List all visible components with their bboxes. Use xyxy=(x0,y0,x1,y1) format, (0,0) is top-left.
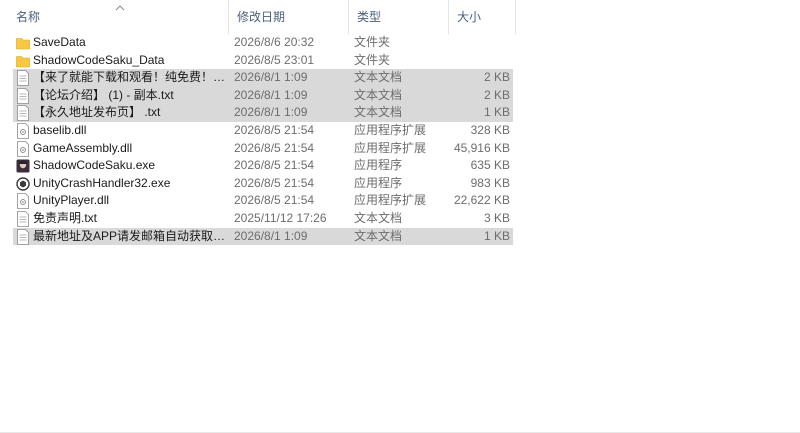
file-name: 【永久地址发布页】 .txt xyxy=(33,105,161,120)
dll-file-icon xyxy=(16,140,30,157)
column-header-bar: 名称 修改日期 类型 大小 xyxy=(0,0,800,34)
game-exe-icon xyxy=(16,158,30,174)
file-name: UnityPlayer.dll xyxy=(33,193,110,208)
file-type: 文本文档 xyxy=(354,210,403,225)
file-type: 应用程序 xyxy=(354,158,403,173)
column-header-size[interactable]: 大小 xyxy=(449,0,516,34)
file-type: 应用程序扩展 xyxy=(354,122,427,137)
file-name: 免责声明.txt xyxy=(33,210,98,225)
file-size: 2 KB xyxy=(483,87,510,102)
file-row[interactable]: 【来了就能下载和观看！纯免费！】 - 副... 2026/8/1 1:09 文本文档… xyxy=(13,69,513,87)
file-type: 文件夹 xyxy=(354,52,391,67)
file-row[interactable]: SaveData 2026/8/6 20:32 文件夹 xyxy=(13,34,513,52)
file-type: 文本文档 xyxy=(354,105,403,120)
file-row[interactable]: 【永久地址发布页】 .txt 2026/8/1 1:09 文本文档 1 KB xyxy=(13,104,513,122)
file-name: baselib.dll xyxy=(33,122,87,137)
file-name: 【来了就能下载和观看！纯免费！】 - 副... xyxy=(33,70,228,85)
folder-icon xyxy=(16,35,30,51)
column-header-name-label: 名称 xyxy=(16,10,41,24)
file-name: SaveData xyxy=(33,35,86,49)
file-size: 45,916 KB xyxy=(453,140,510,155)
file-date: 2026/8/1 1:09 xyxy=(234,228,308,243)
file-type: 文本文档 xyxy=(354,228,403,243)
file-size: 22,622 KB xyxy=(453,193,510,208)
file-row[interactable]: 【论坛介绍】 (1) - 副本.txt 2026/8/1 1:09 文本文档 2 KB xyxy=(13,86,513,105)
file-date: 2026/8/5 21:54 xyxy=(234,122,315,137)
file-type: 文本文档 xyxy=(354,87,403,102)
folder-icon xyxy=(16,53,30,69)
file-name: UnityCrashHandler32.exe xyxy=(33,175,171,190)
file-name: 最新地址及APP请发邮箱自动获取！！！... xyxy=(33,228,228,243)
file-row[interactable]: UnityCrashHandler32.exe 2026/8/5 21:54 应用程… xyxy=(13,175,513,193)
dll-file-icon xyxy=(16,193,30,210)
file-date: 2026/8/1 1:09 xyxy=(234,70,308,85)
file-type: 文本文档 xyxy=(354,70,403,85)
file-row[interactable]: baselib.dll 2026/8/5 21:54 应用程序扩展 328 KB xyxy=(13,122,513,140)
file-list: SaveData 2026/8/6 20:32 文件夹 ShadowCodeSaku_… xyxy=(13,34,513,246)
text-file-icon xyxy=(16,228,30,245)
file-row[interactable]: ShadowCodeSaku.exe 2026/8/5 21:54 应用程序 635 … xyxy=(13,157,513,175)
file-size: 2 KB xyxy=(483,70,510,85)
column-header-date-label: 修改日期 xyxy=(237,10,286,24)
file-date: 2026/8/5 21:54 xyxy=(234,158,315,173)
file-type: 文件夹 xyxy=(354,35,391,49)
dll-file-icon xyxy=(16,123,30,139)
file-date: 2026/8/1 1:09 xyxy=(234,87,308,102)
column-header-size-label: 大小 xyxy=(457,10,482,24)
column-header-date[interactable]: 修改日期 xyxy=(229,0,349,34)
file-date: 2026/8/1 1:09 xyxy=(234,105,308,120)
sort-ascending-icon xyxy=(115,5,125,11)
file-date: 2026/8/5 21:54 xyxy=(234,175,315,190)
unity-exe-icon xyxy=(16,176,30,192)
file-size: 1 KB xyxy=(483,228,510,243)
text-file-icon xyxy=(16,70,30,87)
file-row[interactable]: ShadowCodeSaku_Data 2026/8/5 23:01 文件夹 xyxy=(13,52,513,70)
file-size: 1 KB xyxy=(483,105,510,120)
file-date: 2025/11/12 17:26 xyxy=(234,210,327,225)
file-type: 应用程序扩展 xyxy=(354,140,427,155)
text-file-icon xyxy=(16,211,30,227)
file-row[interactable]: 免责声明.txt 2025/11/12 17:26 文本文档 3 KB xyxy=(13,210,513,228)
file-size: 983 KB xyxy=(470,175,510,190)
file-type: 应用程序扩展 xyxy=(354,193,427,208)
text-file-icon xyxy=(16,87,30,104)
file-row[interactable]: 最新地址及APP请发邮箱自动获取！！！... 2026/8/1 1:09 文本文档 1… xyxy=(13,227,513,246)
file-size: 328 KB xyxy=(470,122,510,137)
file-row[interactable]: GameAssembly.dll 2026/8/5 21:54 应用程序扩展 45,9… xyxy=(13,140,513,158)
column-header-type-label: 类型 xyxy=(357,10,382,24)
file-name: GameAssembly.dll xyxy=(33,140,133,155)
file-date: 2026/8/5 21:54 xyxy=(234,193,315,208)
file-row[interactable]: UnityPlayer.dll 2026/8/5 21:54 应用程序扩展 22,62… xyxy=(13,192,513,210)
column-header-type[interactable]: 类型 xyxy=(349,0,449,34)
file-name: ShadowCodeSaku_Data xyxy=(33,52,165,67)
file-date: 2026/8/5 23:01 xyxy=(234,52,315,67)
file-size: 635 KB xyxy=(470,158,510,173)
file-type: 应用程序 xyxy=(354,175,403,190)
file-name: 【论坛介绍】 (1) - 副本.txt xyxy=(33,87,174,102)
file-date: 2026/8/5 21:54 xyxy=(234,140,315,155)
text-file-icon xyxy=(16,105,30,122)
file-date: 2026/8/6 20:32 xyxy=(234,35,315,49)
file-name: ShadowCodeSaku.exe xyxy=(33,158,156,173)
file-size: 3 KB xyxy=(483,210,510,225)
